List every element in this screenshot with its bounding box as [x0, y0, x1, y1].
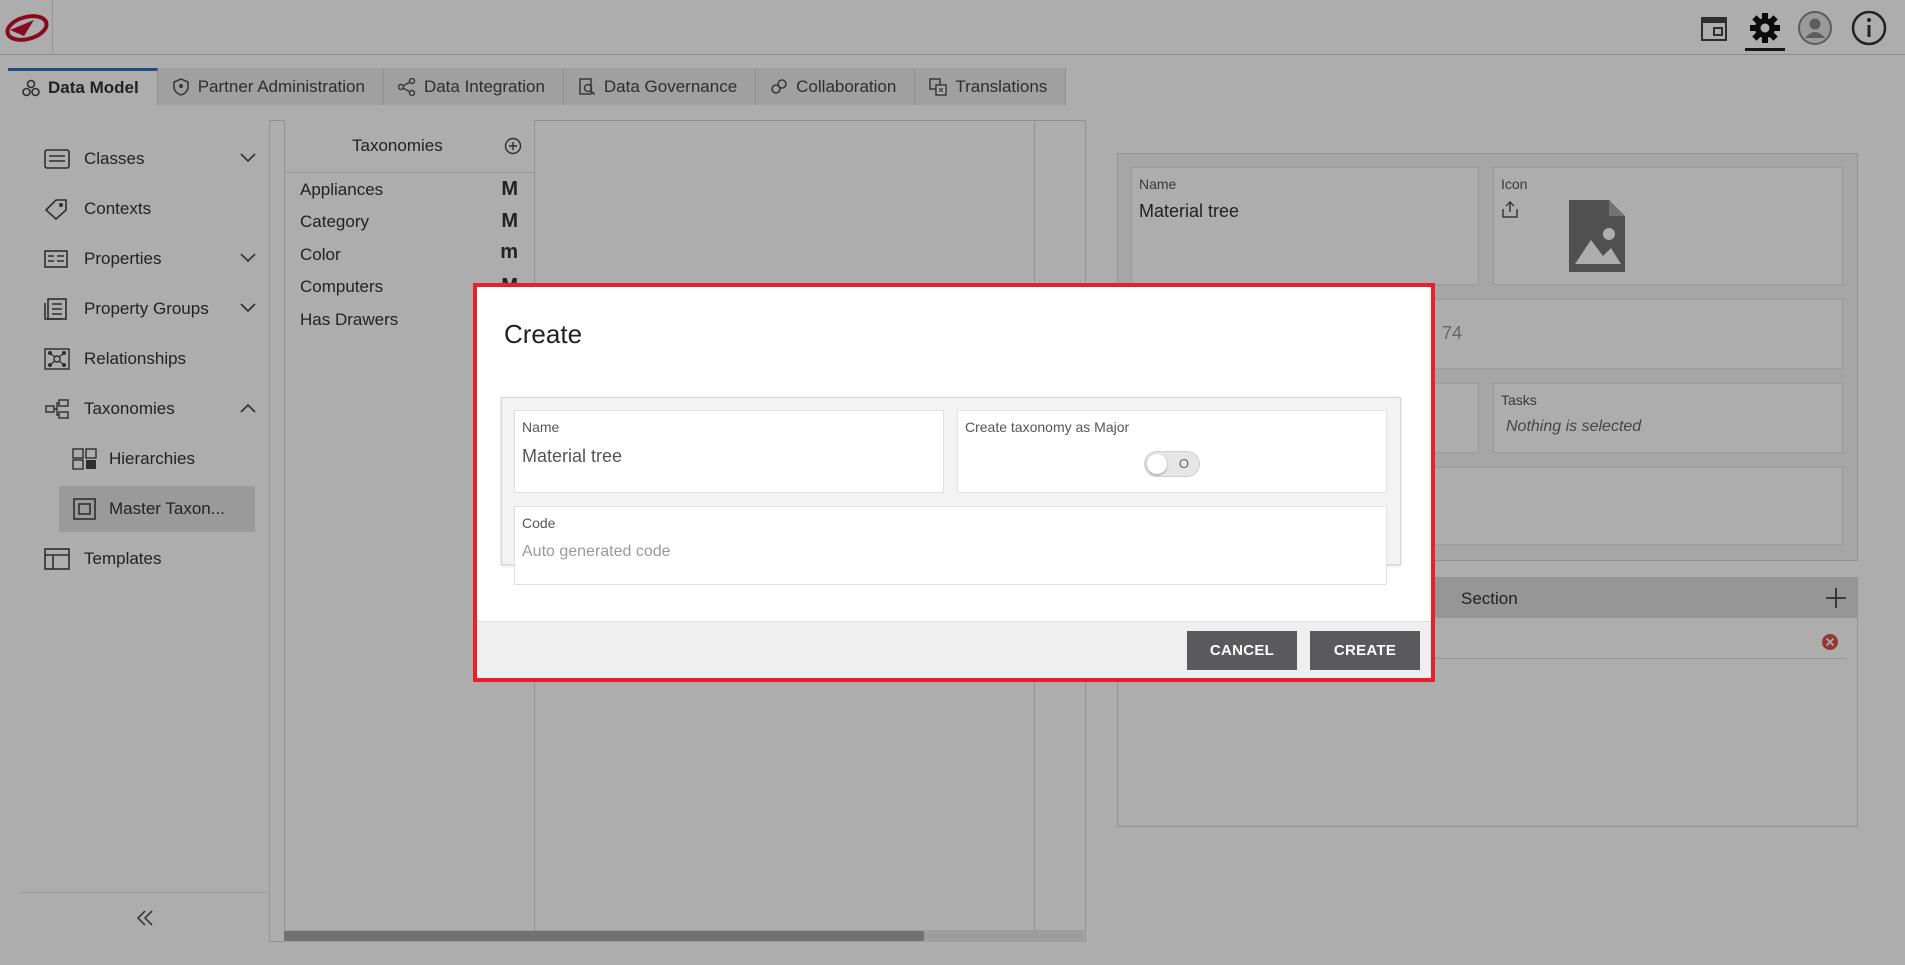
dialog-footer: CANCEL CREATE	[477, 621, 1431, 678]
toggle-state-label: O	[1178, 456, 1189, 471]
create-dialog: Create Name Material tree Create taxonom…	[473, 283, 1435, 682]
dialog-title: Create	[504, 319, 583, 349]
field-label: Code	[522, 515, 556, 531]
name-field[interactable]: Name Material tree	[514, 410, 944, 493]
toggle-knob	[1147, 454, 1167, 474]
create-form: Name Material tree Create taxonomy as Ma…	[501, 397, 1401, 585]
field-label: Name	[522, 419, 560, 435]
cancel-button[interactable]: CANCEL	[1187, 631, 1297, 670]
code-input[interactable]: Auto generated code	[522, 543, 671, 561]
major-toggle-field: Create taxonomy as Major O	[957, 410, 1387, 493]
field-label: Create taxonomy as Major	[965, 419, 1130, 435]
code-field[interactable]: Code Auto generated code	[514, 506, 1387, 585]
major-toggle[interactable]: O	[1144, 451, 1200, 477]
name-input[interactable]: Material tree	[522, 446, 622, 467]
create-button[interactable]: CREATE	[1310, 631, 1420, 670]
